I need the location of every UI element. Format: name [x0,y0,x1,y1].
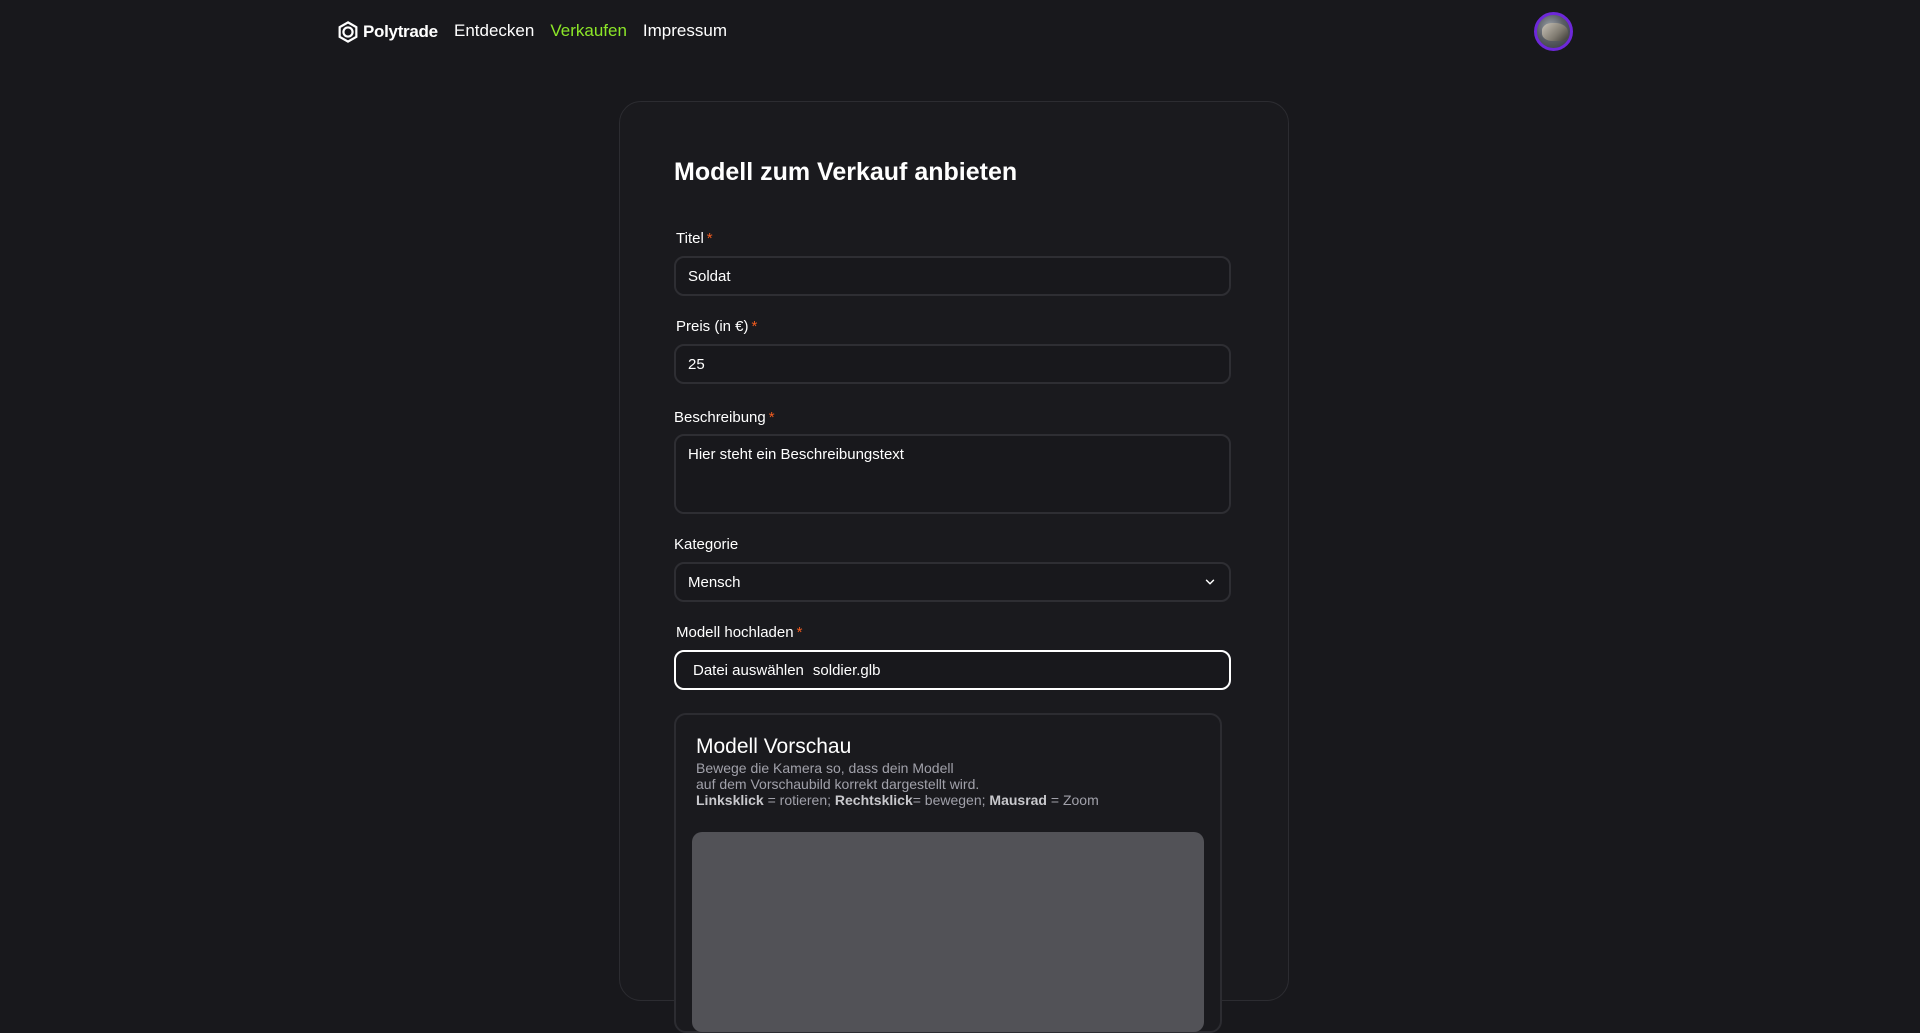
required-marker: * [796,624,803,641]
description-label-text: Beschreibung [674,409,766,426]
preview-title: Modell Vorschau [696,735,852,758]
category-label-text: Kategorie [674,536,739,553]
description-label: Beschreibung * [674,409,775,426]
category-selected-value: Mensch [688,573,741,591]
nav-links: Entdecken Verkaufen Impressum [454,21,727,41]
model-preview-panel: Modell Vorschau Bewege die Kamera so, da… [674,713,1222,1033]
nav-link-impressum[interactable]: Impressum [643,21,727,41]
top-navigation: Polytrade Entdecken Verkaufen Impressum [0,0,1920,62]
selected-filename: soldier.glb [812,661,881,679]
avatar-image [1542,23,1568,41]
nav-link-verkaufen[interactable]: Verkaufen [550,21,627,41]
category-select[interactable]: Mensch [674,562,1231,602]
required-marker: * [706,230,713,247]
left-click-action: = rotieren; [763,792,835,808]
title-input[interactable] [674,256,1231,296]
title-label: Titel * [676,230,713,247]
price-label-text: Preis (in €) [676,318,749,335]
mouse-wheel-key: Mausrad [989,792,1047,808]
model-file-input[interactable]: Datei auswählen soldier.glb [674,650,1231,690]
required-marker: * [768,409,775,426]
price-input[interactable] [674,344,1231,384]
description-textarea[interactable]: Hier steht ein Beschreibungstext [674,434,1231,514]
chevron-down-icon [1205,579,1215,585]
preview-instruction-line-1: Bewege die Kamera so, dass dein Modell [696,760,954,776]
polytrade-logo-icon [338,21,358,43]
left-click-key: Linksklick [696,792,764,808]
3d-preview-viewport[interactable] [692,832,1204,1032]
preview-instructions: Bewege die Kamera so, dass dein Modell a… [696,760,1196,808]
category-label: Kategorie [674,536,738,553]
user-avatar[interactable] [1534,12,1573,51]
page-title: Modell zum Verkauf anbieten [674,158,1018,186]
preview-controls-hint: Linksklick = rotieren; Rechtsklick= bewe… [696,792,1196,808]
upload-label-text: Modell hochladen [676,624,794,641]
mouse-wheel-action: = Zoom [1046,792,1099,808]
sell-model-form-card: Modell zum Verkauf anbieten Titel* Preis… [619,101,1289,1033]
title-label-text: Titel [676,230,704,247]
price-label: Preis (in €) * [676,318,757,335]
choose-file-button[interactable]: Datei auswählen [693,662,804,679]
required-marker: * [751,318,758,335]
brand-logo[interactable]: Polytrade [337,21,438,43]
right-click-action: = bewegen; [912,792,990,808]
nav-link-entdecken[interactable]: Entdecken [454,21,534,41]
right-click-key: Rechtsklick [834,792,913,808]
brand-name: Polytrade [363,22,438,41]
preview-instruction-line-2: auf dem Vorschaubild korrekt dargestellt… [696,776,980,792]
upload-label: Modell hochladen * [676,624,802,641]
